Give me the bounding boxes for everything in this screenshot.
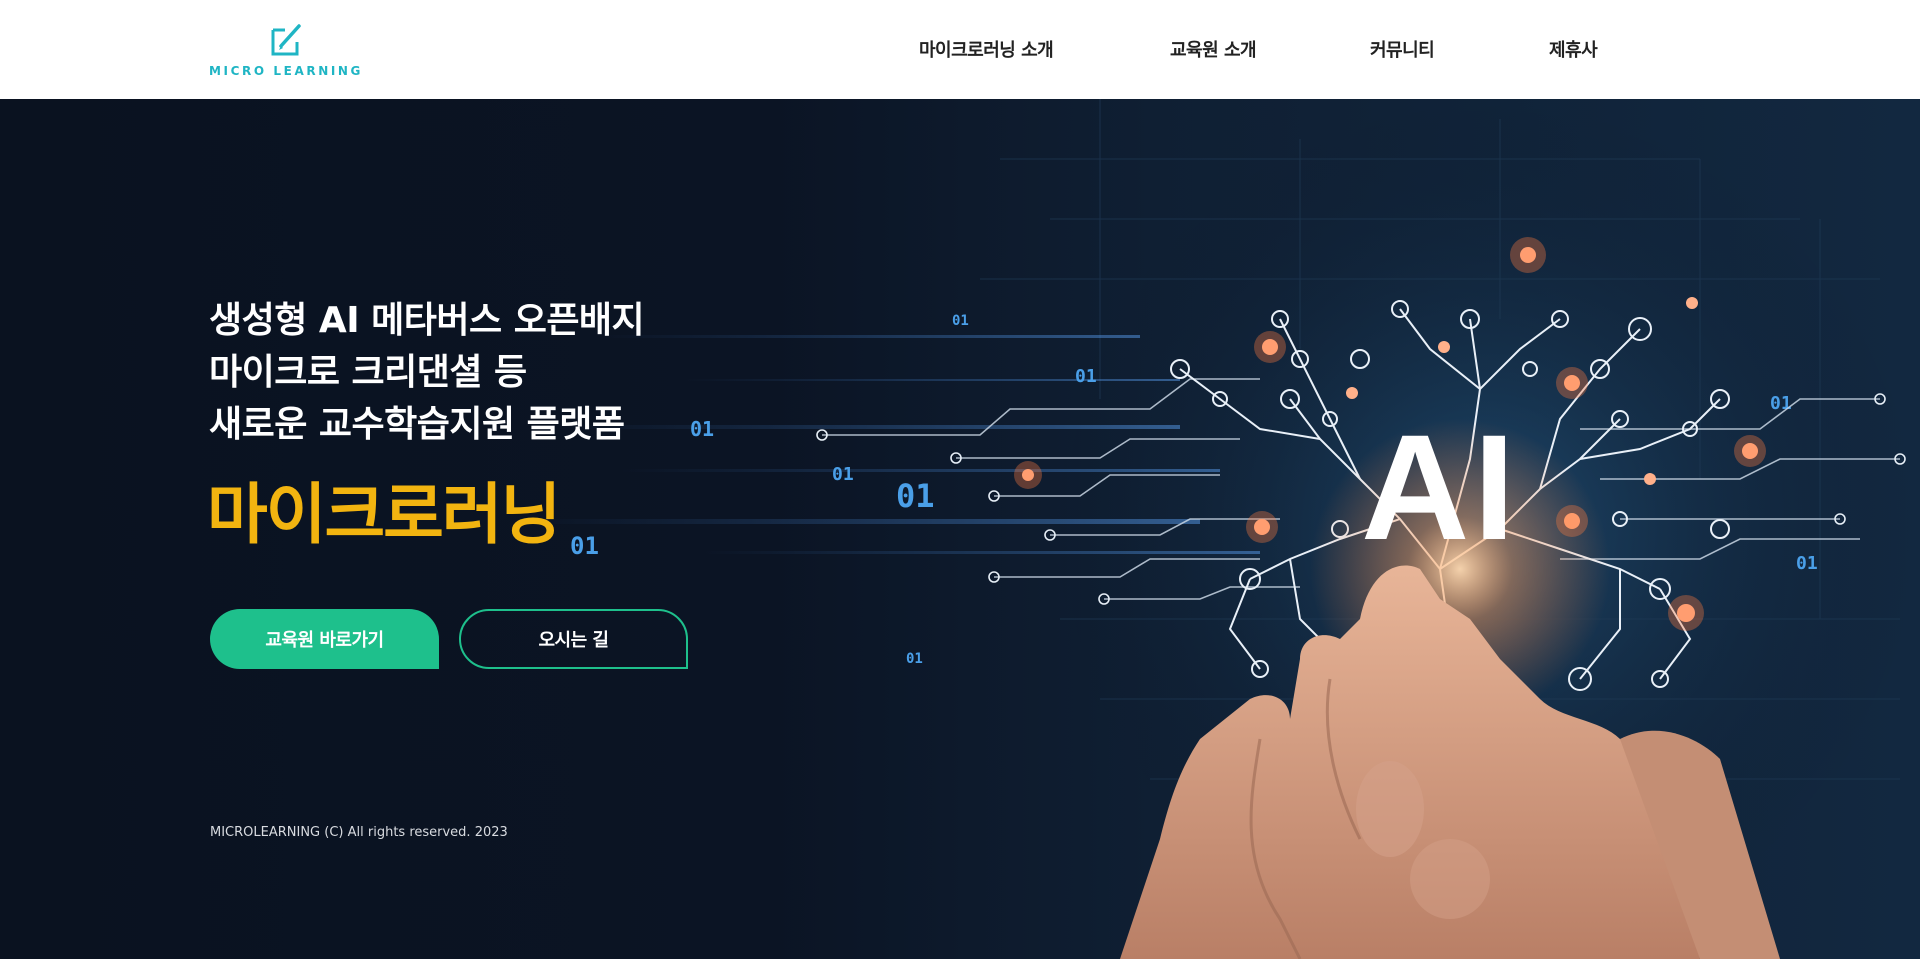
- binary-label: 01: [906, 651, 923, 667]
- binary-label: 01: [570, 532, 599, 560]
- binary-label: 01: [952, 313, 969, 329]
- brand-title: 마이크로러닝: [207, 476, 561, 553]
- directions-button[interactable]: 오시는 길: [459, 609, 688, 669]
- copyright-text: MICROLEARNING (C) All rights reserved. 2…: [210, 825, 508, 840]
- binary-label: 01: [1796, 553, 1818, 574]
- site-logo[interactable]: MICRO LEARNING: [209, 22, 361, 80]
- binary-label: 01: [1075, 366, 1097, 387]
- nav-item-community[interactable]: 커뮤니티: [1370, 36, 1435, 62]
- pencil-book-icon: [271, 24, 301, 56]
- headline-line: 새로운 교수학습지원 플랫폼: [209, 404, 625, 445]
- hero-section: 01 01 01 01 01 01 01 01 01 AI 생성형 AI 메타버…: [0, 99, 1920, 959]
- nav-item-partners[interactable]: 제휴사: [1549, 36, 1598, 62]
- site-header: MICRO LEARNING 마이크로러닝 소개 교육원 소개 커뮤니티 제휴사: [0, 0, 1920, 99]
- nav-item-institute-intro[interactable]: 교육원 소개: [1170, 36, 1257, 62]
- institute-shortcut-button[interactable]: 교육원 바로가기: [210, 609, 439, 669]
- headline-line: 마이크로 크리댄셜 등: [209, 352, 527, 393]
- hero-headline: 생성형 AI 메타버스 오픈배지 마이크로 크리댄셜 등 새로운 교수학습지원 …: [209, 295, 645, 451]
- logo-text: MICRO LEARNING: [209, 64, 364, 78]
- binary-label: 01: [1770, 393, 1792, 414]
- binary-label: 01: [832, 464, 854, 485]
- headline-line: 생성형 AI 메타버스 오픈배지: [209, 300, 645, 341]
- binary-label: 01: [690, 417, 714, 441]
- ai-art-text: AI: [1361, 403, 1519, 571]
- nav-item-microlearning-intro[interactable]: 마이크로러닝 소개: [919, 36, 1054, 62]
- binary-label: 01: [896, 477, 935, 515]
